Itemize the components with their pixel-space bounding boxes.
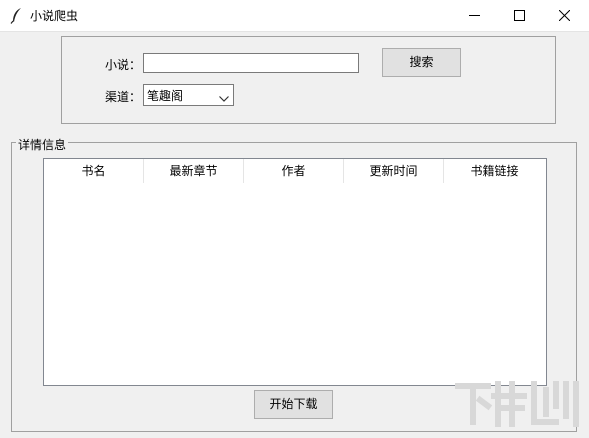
maximize-button[interactable] [497, 0, 542, 31]
close-button[interactable] [542, 0, 587, 31]
novel-label: 小说： [105, 58, 142, 72]
minimize-icon [469, 15, 480, 16]
results-table[interactable]: 书名 最新章节 作者 更新时间 书籍链接 [43, 158, 547, 386]
column-header-update-time[interactable]: 更新时间 [344, 159, 444, 183]
window-title: 小说爬虫 [30, 9, 79, 23]
details-group-label: 详情信息 [16, 136, 69, 153]
search-panel [61, 36, 556, 124]
channel-label: 渠道： [105, 90, 142, 104]
feather-icon [10, 7, 24, 24]
column-header-book-link[interactable]: 书籍链接 [444, 159, 545, 183]
title-bar[interactable]: 小说爬虫 [0, 0, 589, 32]
column-header-title[interactable]: 书名 [44, 159, 144, 183]
chevron-down-icon[interactable] [219, 91, 229, 105]
maximize-icon [514, 10, 525, 21]
channel-select[interactable]: 笔趣阁 [143, 84, 234, 106]
search-button[interactable]: 搜索 [382, 48, 461, 77]
novel-input[interactable] [143, 53, 359, 73]
column-header-latest-chapter[interactable]: 最新章节 [144, 159, 244, 183]
close-icon [559, 10, 570, 21]
channel-selected-value: 笔趣阁 [147, 89, 184, 103]
minimize-button[interactable] [452, 0, 497, 31]
start-download-button[interactable]: 开始下载 [254, 390, 333, 419]
column-header-author[interactable]: 作者 [244, 159, 344, 183]
